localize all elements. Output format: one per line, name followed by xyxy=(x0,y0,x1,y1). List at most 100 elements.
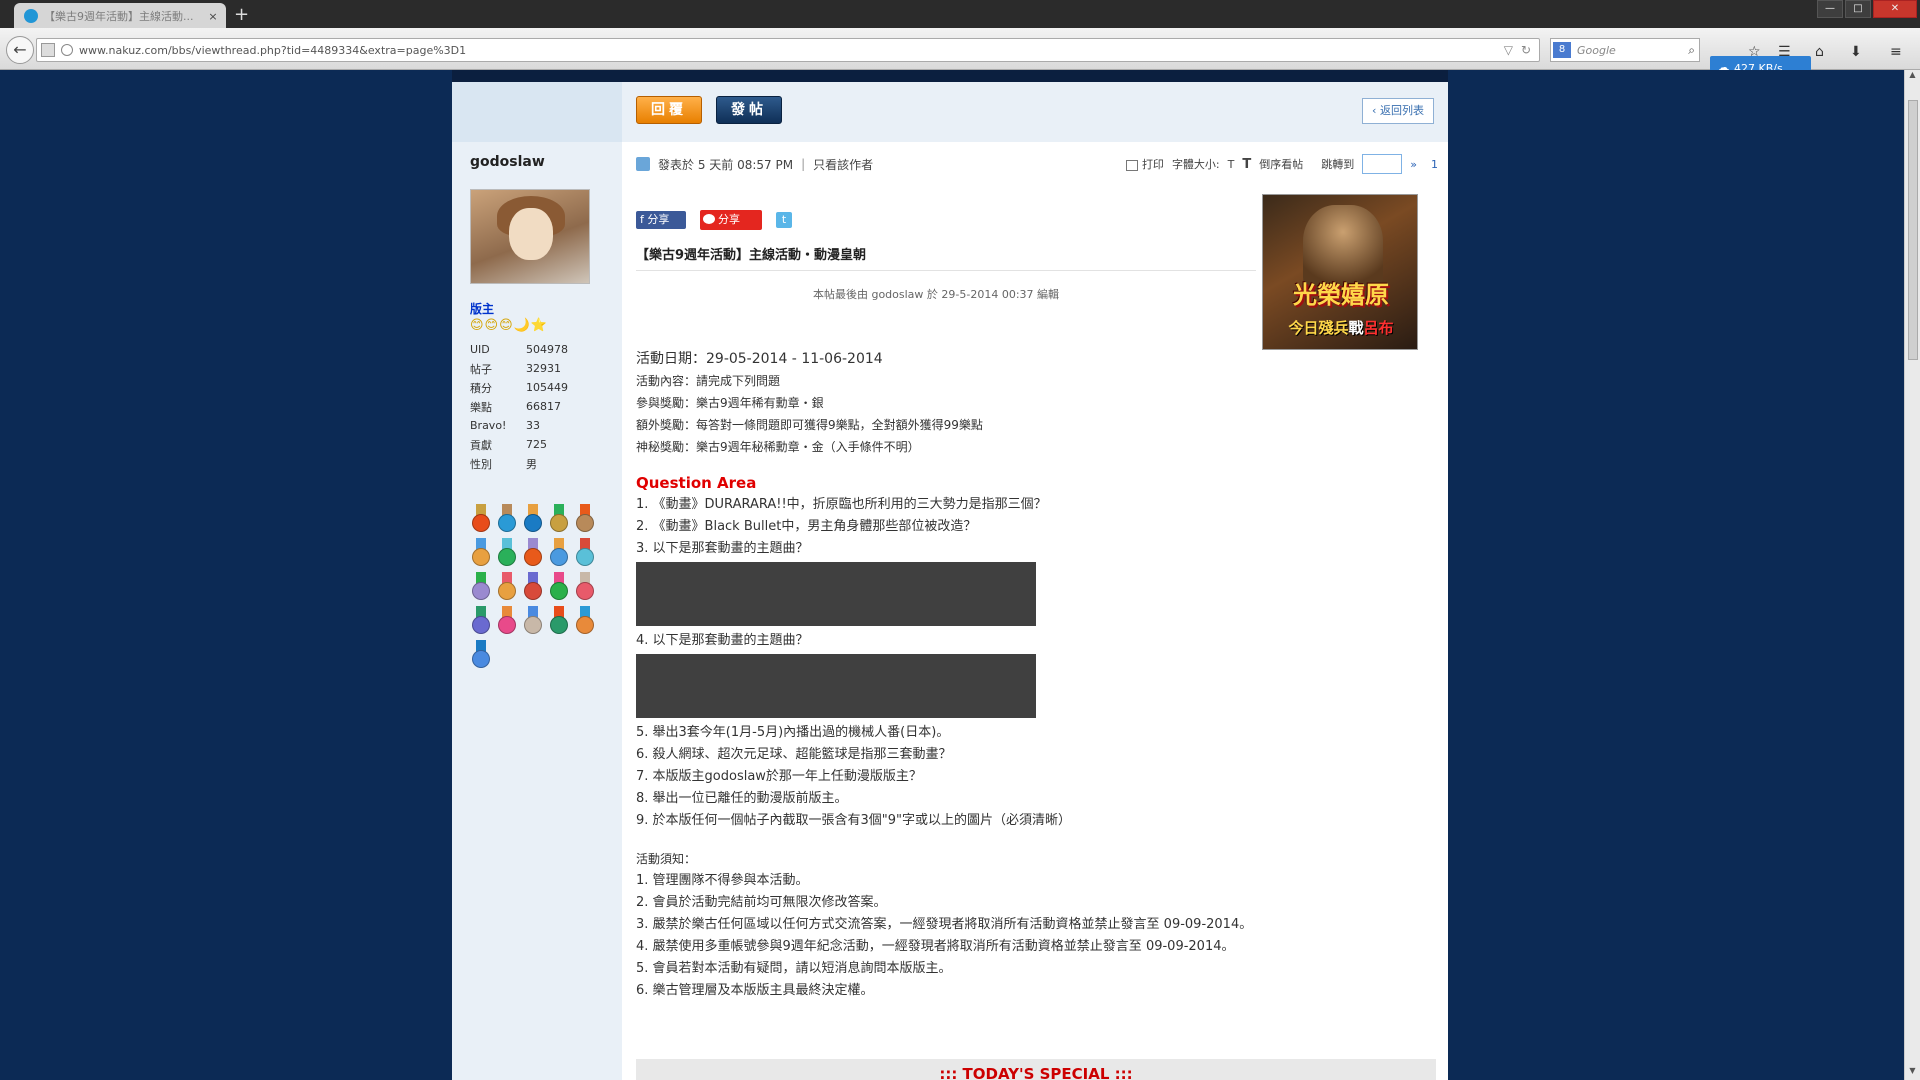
medal-disc xyxy=(472,616,490,634)
medal-icon[interactable] xyxy=(574,504,596,534)
medal-disc xyxy=(576,514,594,532)
url-text[interactable]: www.nakuz.com/bbs/viewthread.php?tid=448… xyxy=(79,44,1504,57)
author-only-link[interactable]: 只看該作者 xyxy=(813,156,873,173)
medal-disc xyxy=(550,548,568,566)
medal-icon[interactable] xyxy=(496,572,518,602)
scroll-up-arrow-icon[interactable]: ▲ xyxy=(1905,70,1920,84)
address-bar[interactable]: www.nakuz.com/bbs/viewthread.php?tid=448… xyxy=(36,38,1540,62)
medal-icon[interactable] xyxy=(496,504,518,534)
question-item: 7. 本版版主godoslaw於那一年上任動漫版版主？ xyxy=(636,769,922,784)
ad-tagline-c: 戰 xyxy=(1348,319,1364,337)
tab-close-icon[interactable]: × xyxy=(206,10,220,23)
home-icon[interactable]: ⌂ xyxy=(1815,44,1824,60)
font-size-label: 字體大小: xyxy=(1171,158,1220,171)
embedded-media-player[interactable] xyxy=(636,562,1036,626)
floor-number[interactable]: 1 xyxy=(1431,158,1438,171)
search-icon[interactable]: ⌕ xyxy=(1688,43,1695,58)
page-icon xyxy=(41,43,55,57)
user-stat-value: 504978 xyxy=(526,343,568,356)
menu-icon[interactable]: ≡ xyxy=(1890,44,1902,60)
back-button[interactable]: ← xyxy=(6,36,34,64)
edit-note: 本帖最後由 godoslaw 於 29-5-2014 00:37 編輯 xyxy=(812,288,1060,301)
new-post-button[interactable]: 發帖 xyxy=(716,96,782,124)
notice-item: 5. 會員若對本活動有疑問，請以短消息詢問本版版主。 xyxy=(636,961,952,976)
medal-icon[interactable] xyxy=(470,640,492,670)
medal-icon[interactable] xyxy=(522,538,544,568)
dropdown-arrow-icon[interactable]: ▽ xyxy=(1504,43,1513,57)
avatar[interactable] xyxy=(470,189,590,284)
user-panel-header xyxy=(452,82,622,142)
medal-icon[interactable] xyxy=(574,572,596,602)
window-close-button[interactable]: ✕ xyxy=(1873,0,1917,18)
question-item: 6. 殺人網球、超次元足球、超能籃球是指那三套動畫？ xyxy=(636,747,952,762)
medal-icon[interactable] xyxy=(548,606,570,636)
search-input[interactable]: Google xyxy=(1577,44,1688,57)
user-stat-key: 樂點 xyxy=(470,400,492,414)
font-size-icon[interactable]: T xyxy=(1242,157,1251,172)
notice-item: 1. 管理團隊不得參與本活動。 xyxy=(636,873,809,888)
twitter-share-button[interactable]: t xyxy=(776,212,792,228)
question-item: 4. 以下是那套動畫的主題曲？ xyxy=(636,633,809,648)
jump-arrow-icon[interactable]: » xyxy=(1410,158,1417,171)
download-icon[interactable]: ⬇ xyxy=(1850,44,1862,60)
reload-icon[interactable]: ↻ xyxy=(1521,43,1531,57)
forum-post-container: godoslaw 版主 😊😊😊🌙⭐ UID 504978 帖子 32931 積分 1054… xyxy=(452,70,1448,1080)
facebook-share-button[interactable]: f 分享 xyxy=(636,211,686,229)
scroll-thumb[interactable] xyxy=(1908,100,1918,360)
medal-icon[interactable] xyxy=(522,572,544,602)
search-engine-icon[interactable]: 8 xyxy=(1553,42,1571,58)
medal-icon[interactable] xyxy=(470,572,492,602)
medal-icon[interactable] xyxy=(470,606,492,636)
window-maximize-button[interactable]: □ xyxy=(1845,0,1871,18)
ad-banner[interactable]: 光榮嬉原 今日殘兵戰呂布 xyxy=(1262,194,1418,350)
medal-icon[interactable] xyxy=(548,504,570,534)
new-tab-button[interactable]: + xyxy=(234,4,249,25)
reply-button[interactable]: 回覆 xyxy=(636,96,702,124)
medal-icon[interactable] xyxy=(522,504,544,534)
user-panel: godoslaw 版主 😊😊😊🌙⭐ UID 504978 帖子 32931 積分 1054… xyxy=(452,82,622,1080)
medal-icon[interactable] xyxy=(496,606,518,636)
avatar-face xyxy=(509,208,553,260)
medal-disc xyxy=(524,514,542,532)
medal-icon[interactable] xyxy=(470,504,492,534)
title-divider xyxy=(636,270,1256,271)
medal-icon[interactable] xyxy=(496,538,518,568)
user-stat-value: 男 xyxy=(526,457,537,471)
medal-icon[interactable] xyxy=(548,538,570,568)
question-item: 3. 以下是那套動畫的主題曲？ xyxy=(636,541,809,556)
print-link[interactable]: 打印 xyxy=(1125,156,1164,172)
jump-to-floor-input[interactable] xyxy=(1362,154,1403,174)
post-time: 發表於 5 天前 08:57 PM xyxy=(658,157,794,172)
weibo-share-button[interactable]: 分享 xyxy=(700,210,762,230)
page-scrollbar[interactable]: ▲ ▼ xyxy=(1904,70,1920,1080)
medal-disc xyxy=(524,582,542,600)
medal-icon[interactable] xyxy=(574,606,596,636)
question-item: 5. 舉出3套今年(1月-5月)內播出過的機械人番(日本)。 xyxy=(636,725,950,740)
window-minimize-button[interactable]: — xyxy=(1817,0,1843,18)
scroll-down-arrow-icon[interactable]: ▼ xyxy=(1905,1066,1920,1080)
notice-item: 4. 嚴禁使用多重帳號參與9週年紀念活動，一經發現者將取消所有活動資格並禁止發言… xyxy=(636,939,1235,954)
todays-special-bar[interactable]: ::: TODAY'S SPECIAL ::: xyxy=(636,1059,1436,1080)
embedded-media-player[interactable] xyxy=(636,654,1036,718)
reverse-order-link[interactable]: 倒序看帖 xyxy=(1259,156,1303,172)
search-bar[interactable]: 8 Google ⌕ xyxy=(1550,38,1700,62)
user-stat-key: 積分 xyxy=(470,381,492,395)
medal-icon[interactable] xyxy=(548,572,570,602)
globe-icon xyxy=(61,44,73,56)
question-item: 8. 舉出一位已離任的動漫版前版主。 xyxy=(636,791,848,806)
browser-tab[interactable]: 【樂古9週年活動】主線活動... × xyxy=(14,3,226,29)
weibo-share-label: 分享 xyxy=(718,213,740,226)
medal-icon[interactable] xyxy=(522,606,544,636)
medal-icon[interactable] xyxy=(470,538,492,568)
medal-disc xyxy=(472,514,490,532)
username[interactable]: godoslaw xyxy=(470,154,545,170)
medal-disc xyxy=(472,650,490,668)
user-stat-row: 積分 105449 xyxy=(470,378,610,397)
medal-disc xyxy=(550,616,568,634)
meta-separator: | xyxy=(801,157,806,171)
back-to-list-button[interactable]: ‹ 返回列表 xyxy=(1362,98,1434,124)
font-size-toggle[interactable]: T xyxy=(1228,158,1235,171)
medal-icon[interactable] xyxy=(574,538,596,568)
page-viewport: godoslaw 版主 😊😊😊🌙⭐ UID 504978 帖子 32931 積分 1054… xyxy=(0,70,1904,1080)
medal-disc xyxy=(472,582,490,600)
